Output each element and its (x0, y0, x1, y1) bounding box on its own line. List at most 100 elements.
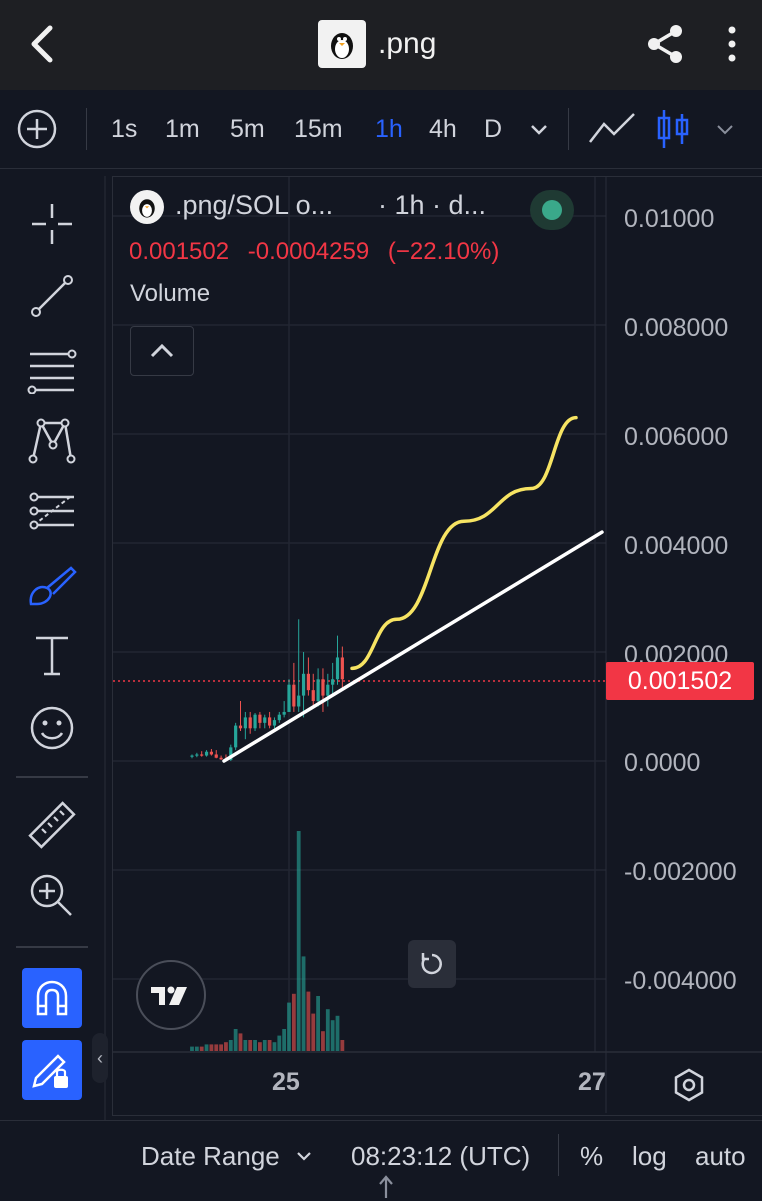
candle-body (200, 754, 204, 756)
emoji-tool-icon[interactable] (22, 698, 82, 758)
candle-body (340, 657, 344, 680)
text-tool-icon[interactable] (22, 626, 82, 686)
volume-bar (287, 1002, 291, 1051)
volume-bar (228, 1040, 233, 1051)
interval-5m[interactable]: 5m (230, 103, 265, 155)
volume-bar (325, 1009, 330, 1051)
collapse-legend-button[interactable] (130, 326, 194, 376)
candle-body (277, 714, 281, 721)
chevron-left-icon[interactable] (22, 22, 62, 66)
candle-body (335, 657, 340, 680)
crosshair-icon[interactable] (22, 194, 82, 254)
volume-bar (311, 1013, 316, 1051)
volume-bar (277, 1035, 282, 1051)
candle-body (258, 714, 262, 723)
candle-body (243, 717, 247, 729)
volume-bar (209, 1044, 214, 1051)
volume-bar (340, 1040, 345, 1051)
candlestick-icon[interactable] (656, 108, 690, 150)
date-range-button[interactable]: Date Range (141, 1136, 280, 1176)
volume-bar (321, 1031, 325, 1051)
ruler-icon[interactable] (22, 796, 82, 856)
candle-body (263, 717, 267, 723)
time-tick: 27 (578, 1068, 606, 1096)
toolbar-divider (86, 108, 87, 150)
candle-body (282, 711, 286, 715)
candle-body (321, 679, 325, 696)
time-tick: 25 (272, 1068, 300, 1096)
volume-indicator-label[interactable]: Volume (130, 280, 210, 308)
candle-body (326, 684, 330, 696)
tools-divider (16, 946, 88, 948)
collapse-panel-handle[interactable]: ‹ (92, 1033, 108, 1083)
volume-bar (262, 1040, 267, 1051)
lock-drawing-icon[interactable] (22, 1040, 82, 1100)
line-chart-icon[interactable] (588, 110, 636, 148)
volume-bar (224, 1042, 228, 1051)
candle-body (214, 754, 218, 758)
volume-bar (282, 1029, 287, 1051)
candle-body (234, 725, 238, 748)
log-scale-toggle[interactable]: log (632, 1136, 667, 1176)
volume-bar (243, 1040, 248, 1051)
pattern-tool-icon[interactable] (22, 410, 82, 470)
volume-bar (204, 1044, 209, 1051)
volume-bar (291, 993, 296, 1051)
candle-body (311, 690, 315, 702)
trend-line-drawing (222, 530, 604, 763)
volume-bar (253, 1040, 257, 1051)
legend-interval: · 1h · d... (378, 190, 487, 220)
tradingview-logo-icon[interactable] (136, 960, 206, 1030)
price-tick: 0.006000 (624, 423, 729, 451)
legend-symbol[interactable]: .png/SOL o... (175, 190, 333, 221)
utc-clock[interactable]: 08:23:12 (UTC) (351, 1136, 530, 1176)
chevron-down-icon[interactable] (714, 118, 736, 140)
interval-1h[interactable]: 1h (375, 103, 403, 155)
reset-chart-icon[interactable] (408, 940, 456, 988)
candle-body (301, 673, 306, 696)
chevron-down-icon[interactable] (528, 118, 550, 140)
candle-body (297, 695, 301, 707)
volume-bar (194, 1046, 199, 1051)
interval-1s[interactable]: 1s (111, 103, 137, 155)
volume-bar (272, 1042, 277, 1051)
legend-change: -0.0004259 (247, 238, 370, 265)
market-status-icon[interactable] (530, 190, 574, 230)
candle-body (306, 673, 310, 691)
interval-15m[interactable]: 15m (294, 103, 343, 155)
candles (190, 619, 344, 761)
trend-line-tool-icon[interactable] (22, 266, 82, 326)
volume-bar (335, 1015, 340, 1051)
chevron-down-icon[interactable] (294, 1146, 314, 1166)
auto-scale-toggle[interactable]: auto (695, 1136, 746, 1176)
interval-4h[interactable]: 4h (429, 103, 457, 155)
volume-bar (238, 1033, 243, 1051)
current-price-label: 0.001502 (606, 662, 754, 700)
arrow-up-icon[interactable] (376, 1172, 396, 1200)
interval-D[interactable]: D (484, 103, 502, 155)
tools-divider (16, 776, 88, 778)
percent-scale-toggle[interactable]: % (580, 1136, 603, 1176)
candle-body (268, 717, 272, 726)
interval-1m[interactable]: 1m (165, 103, 200, 155)
brush-tool-icon[interactable] (22, 556, 82, 616)
fib-retracement-icon[interactable] (22, 340, 82, 400)
kebab-menu-icon[interactable] (722, 24, 742, 64)
volume-bar (190, 1046, 194, 1051)
volume-bar (306, 991, 311, 1051)
chart-settings-icon[interactable] (674, 1068, 704, 1102)
magnet-icon[interactable] (22, 968, 82, 1028)
volume-bar (233, 1029, 238, 1051)
share-icon[interactable] (644, 22, 688, 66)
volume-bar (330, 1020, 335, 1051)
candle-body (331, 679, 335, 685)
app-title: .png (378, 27, 437, 60)
volume-bar (214, 1044, 219, 1051)
forecast-tool-icon[interactable] (22, 482, 82, 542)
candle-body (219, 757, 223, 760)
zoom-in-icon[interactable] (22, 866, 82, 926)
user-drawings (222, 415, 604, 763)
bottom-divider (558, 1134, 559, 1176)
candle-body (253, 714, 257, 729)
plus-circle-icon[interactable] (16, 108, 58, 150)
